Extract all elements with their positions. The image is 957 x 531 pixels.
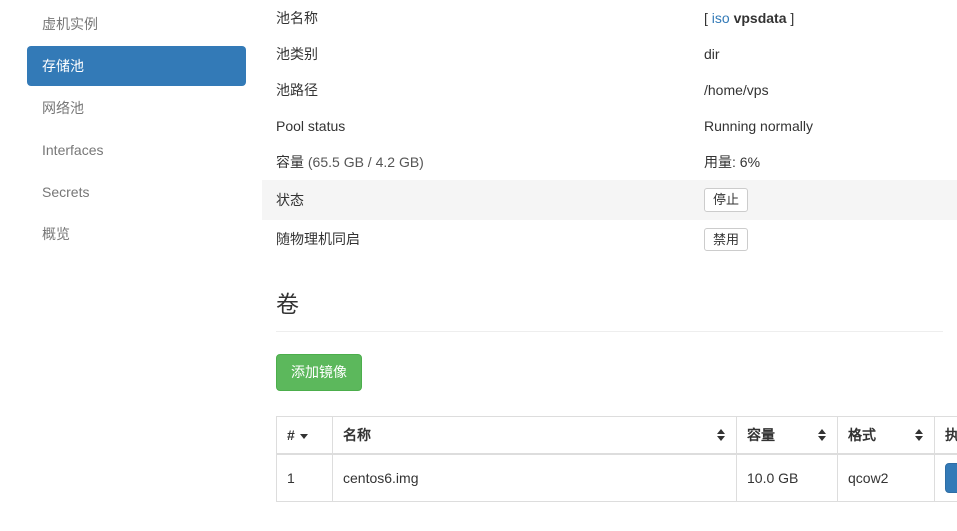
pool-name-bracket-open: [ bbox=[704, 10, 712, 26]
pool-detail-row-autostart: 随物理机同启 禁用 bbox=[262, 220, 957, 260]
pool-detail-row-state: 状态 停止 bbox=[262, 180, 957, 220]
caret-down-icon bbox=[300, 434, 308, 439]
volume-row-name: centos6.img bbox=[333, 454, 737, 501]
volumes-col-header-format-label: 格式 bbox=[848, 425, 876, 445]
pool-name-value-text: vpsdata bbox=[734, 10, 787, 26]
volumes-table-body: 1 centos6.img 10.0 GB qcow2 克隆 删除 bbox=[277, 454, 957, 501]
volumes-table-wrap: # 名称 容量 bbox=[276, 416, 957, 502]
pool-capacity-usage-value: 用量: 6% bbox=[690, 144, 957, 180]
volume-row-capacity: 10.0 GB bbox=[737, 454, 838, 501]
sort-arrows-icon bbox=[915, 428, 924, 442]
pool-autostart-toggle-button[interactable]: 禁用 bbox=[704, 228, 748, 252]
volumes-col-header-name-inner: 名称 bbox=[343, 425, 726, 445]
main-content: 池名称 [ iso vpsdata ] 池类别 dir 池路径 /home/vp… bbox=[262, 0, 957, 531]
pool-state-label: 状态 bbox=[262, 180, 690, 220]
sidebar-item-instances[interactable]: 虚机实例 bbox=[27, 4, 246, 44]
volumes-col-header-name[interactable]: 名称 bbox=[333, 416, 737, 454]
volumes-col-header-format[interactable]: 格式 bbox=[838, 416, 935, 454]
table-row: 1 centos6.img 10.0 GB qcow2 克隆 删除 bbox=[277, 454, 957, 501]
clone-volume-button[interactable]: 克隆 bbox=[945, 463, 957, 493]
volumes-col-header-capacity-label: 容量 bbox=[747, 425, 775, 445]
sort-arrows-icon bbox=[818, 428, 827, 442]
volumes-col-header-action: 执行 bbox=[935, 416, 957, 454]
pool-name-bracket-close: ] bbox=[787, 10, 795, 26]
volumes-table-head: # 名称 容量 bbox=[277, 416, 957, 454]
sidebar-item-storage-pools[interactable]: 存储池 bbox=[27, 46, 246, 86]
pool-detail-row-status: Pool status Running normally bbox=[262, 108, 957, 144]
sidebar-item-network-pools[interactable]: 网络池 bbox=[27, 88, 246, 128]
volume-row-actions: 克隆 删除 bbox=[935, 454, 957, 501]
add-image-button[interactable]: 添加镜像 bbox=[276, 354, 362, 391]
add-image-button-wrap: 添加镜像 bbox=[276, 354, 957, 391]
volumes-section-divider bbox=[276, 331, 943, 332]
pool-status-value: Running normally bbox=[690, 108, 957, 144]
pool-name-iso-link[interactable]: iso bbox=[712, 10, 730, 26]
pool-detail-body: 池名称 [ iso vpsdata ] 池类别 dir 池路径 /home/vp… bbox=[262, 0, 957, 259]
pool-detail-table: 池名称 [ iso vpsdata ] 池类别 dir 池路径 /home/vp… bbox=[262, 0, 957, 259]
sidebar-item-interfaces[interactable]: Interfaces bbox=[27, 130, 246, 170]
volumes-col-header-capacity[interactable]: 容量 bbox=[737, 416, 838, 454]
pool-stop-button[interactable]: 停止 bbox=[704, 188, 748, 212]
sidebar-item-secrets[interactable]: Secrets bbox=[27, 172, 246, 212]
sidebar-nav-list: 虚机实例 存储池 网络池 Interfaces Secrets 概览 bbox=[0, 4, 262, 254]
sort-arrows-icon bbox=[717, 428, 726, 442]
pool-capacity-label-detail: (65.5 GB / 4.2 GB) bbox=[304, 154, 424, 170]
pool-name-label: 池名称 bbox=[262, 0, 690, 36]
volumes-table-header-row: # 名称 容量 bbox=[277, 416, 957, 454]
volume-row-num: 1 bbox=[277, 454, 333, 501]
pool-capacity-label-text: 容量 bbox=[276, 154, 304, 170]
pool-status-label: Pool status bbox=[262, 108, 690, 144]
volumes-col-header-name-label: 名称 bbox=[343, 425, 371, 445]
pool-detail-row-type: 池类别 dir bbox=[262, 36, 957, 72]
pool-detail-row-capacity: 容量 (65.5 GB / 4.2 GB) 用量: 6% bbox=[262, 144, 957, 180]
pool-detail-row-name: 池名称 [ iso vpsdata ] bbox=[262, 0, 957, 36]
page-root: 虚机实例 存储池 网络池 Interfaces Secrets 概览 池名称 [… bbox=[0, 0, 957, 531]
volumes-table: # 名称 容量 bbox=[276, 416, 957, 502]
volume-row-format: qcow2 bbox=[838, 454, 935, 501]
pool-autostart-value: 禁用 bbox=[690, 220, 957, 260]
pool-type-value: dir bbox=[690, 36, 957, 72]
volumes-col-header-format-inner: 格式 bbox=[848, 425, 924, 445]
pool-path-value: /home/vps bbox=[690, 72, 957, 108]
sidebar: 虚机实例 存储池 网络池 Interfaces Secrets 概览 bbox=[0, 0, 262, 531]
sidebar-item-overview[interactable]: 概览 bbox=[27, 214, 246, 254]
volumes-section-heading: 卷 bbox=[276, 287, 957, 321]
pool-name-value: [ iso vpsdata ] bbox=[690, 0, 957, 36]
volumes-col-header-num[interactable]: # bbox=[277, 416, 333, 454]
pool-capacity-label: 容量 (65.5 GB / 4.2 GB) bbox=[262, 144, 690, 180]
volumes-col-header-num-label: # bbox=[287, 427, 295, 443]
pool-detail-row-path: 池路径 /home/vps bbox=[262, 72, 957, 108]
pool-type-label: 池类别 bbox=[262, 36, 690, 72]
pool-path-label: 池路径 bbox=[262, 72, 690, 108]
pool-state-value: 停止 bbox=[690, 180, 957, 220]
pool-autostart-label: 随物理机同启 bbox=[262, 220, 690, 260]
volumes-col-header-capacity-inner: 容量 bbox=[747, 425, 827, 445]
